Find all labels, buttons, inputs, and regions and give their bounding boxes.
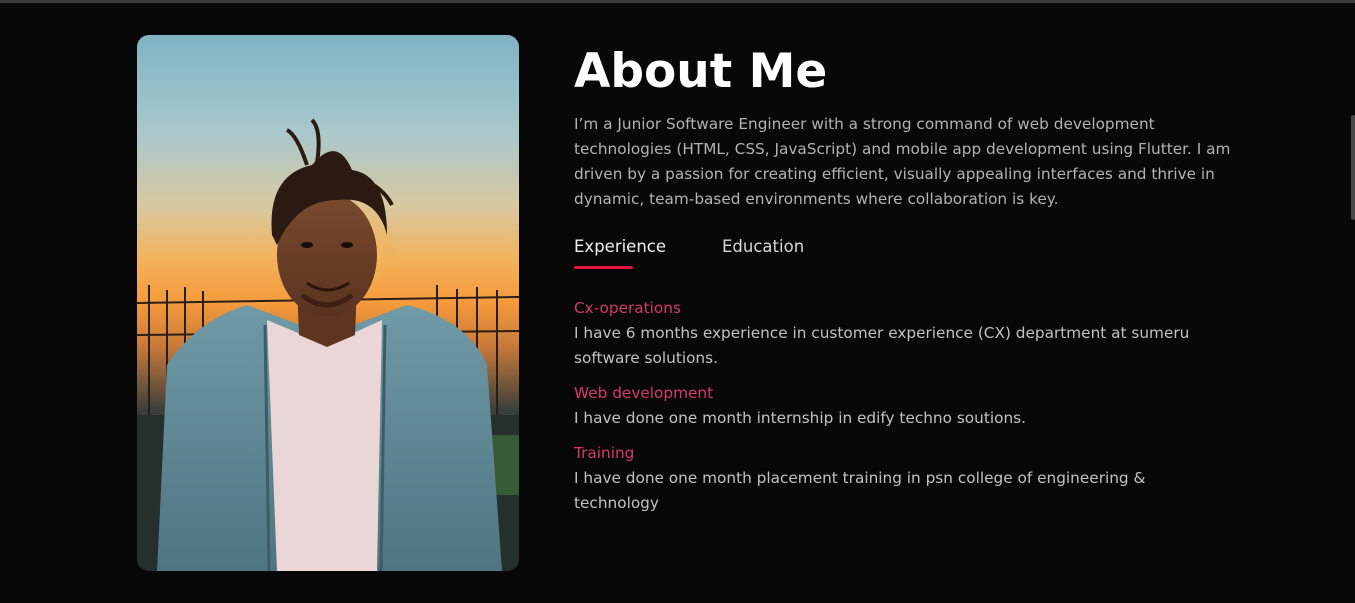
about-section: About Me I’m a Junior Software Engineer … (574, 40, 1234, 526)
item-description: I have done one month placement training… (574, 469, 1146, 512)
list-item: Training I have done one month placement… (574, 441, 1234, 516)
window-top-border (0, 0, 1355, 3)
experience-list: Cx-operations I have 6 months experience… (574, 296, 1234, 516)
scrollbar-thumb[interactable] (1351, 115, 1355, 220)
item-description: I have done one month internship in edif… (574, 409, 1026, 427)
item-title: Web development (574, 384, 714, 402)
item-description: I have 6 months experience in customer e… (574, 324, 1190, 367)
item-title: Training (574, 444, 635, 462)
list-item: Web development I have done one month in… (574, 381, 1234, 431)
tab-experience[interactable]: Experience (574, 236, 666, 258)
list-item: Cx-operations I have 6 months experience… (574, 296, 1234, 371)
item-title: Cx-operations (574, 299, 681, 317)
tab-bar: Experience Education (574, 236, 1234, 276)
page-title: About Me (574, 44, 828, 99)
intro-paragraph: I’m a Junior Software Engineer with a st… (574, 115, 1231, 208)
tab-education[interactable]: Education (722, 236, 804, 258)
active-tab-indicator (574, 266, 633, 269)
profile-photo (137, 35, 519, 571)
